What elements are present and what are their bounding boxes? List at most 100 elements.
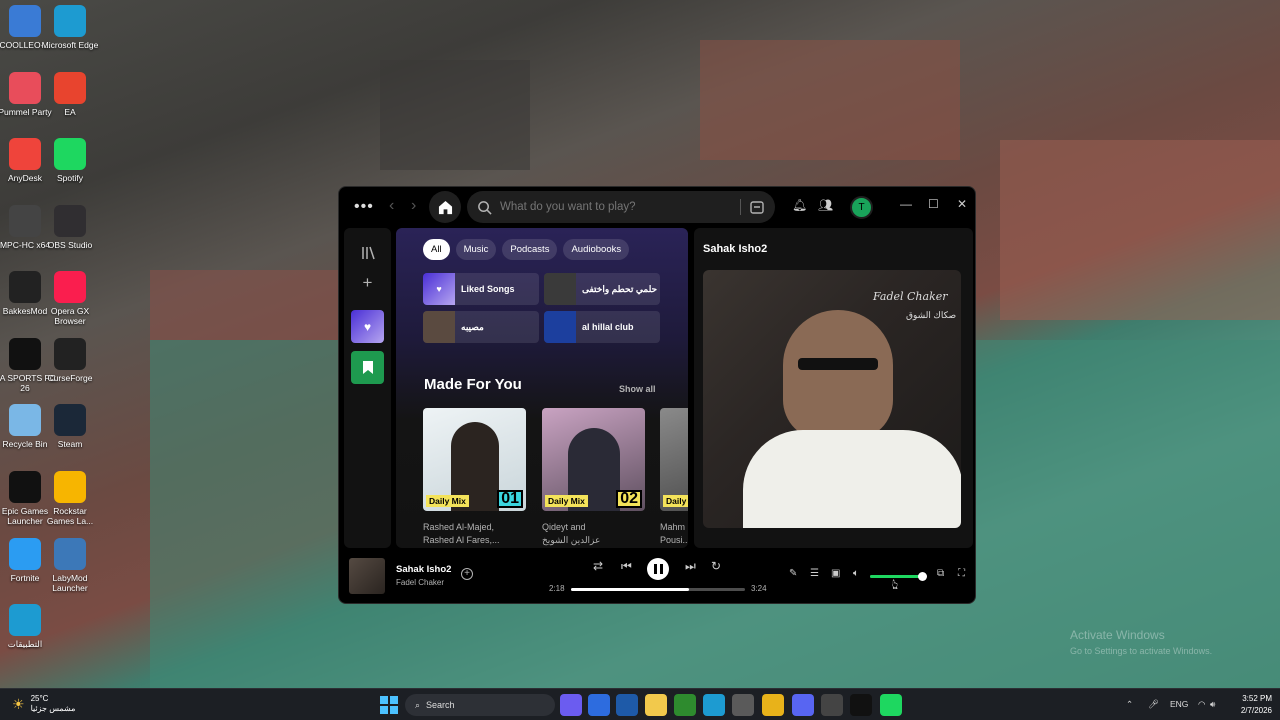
now-playing-title[interactable]: Sahak Isho2	[396, 564, 451, 575]
quick-item-label: حلمي تحطم واختفى	[582, 283, 658, 294]
quick-item-liked-songs[interactable]: ♥ Liked Songs	[423, 273, 539, 305]
close-icon[interactable]: ✕	[957, 197, 967, 211]
connect-device-icon[interactable]: ▣	[831, 568, 840, 579]
desktop-shortcut[interactable]: Opera GX Browser	[39, 271, 101, 326]
epic-games-icon[interactable]	[850, 694, 872, 716]
app-icon[interactable]	[732, 694, 754, 716]
copilot-icon[interactable]	[560, 694, 582, 716]
microphone-icon[interactable]: 🎤︎	[1148, 699, 1159, 710]
obs-icon	[54, 205, 86, 237]
your-episodes-tile[interactable]	[351, 351, 384, 384]
back-arrow-icon[interactable]: ‹	[389, 197, 394, 215]
desktop-shortcut[interactable]: EA	[39, 72, 101, 117]
edge-icon[interactable]	[703, 694, 725, 716]
next-icon[interactable]: ⏭︎	[685, 559, 696, 574]
mix-description: Rashed Al-Majed, Rashed Al Fares,...	[423, 522, 500, 545]
progress-fill	[571, 588, 690, 591]
spotify-icon[interactable]	[880, 694, 902, 716]
edge-icon	[9, 604, 41, 636]
miniplayer-icon[interactable]: ⧉	[937, 568, 944, 579]
now-playing-artist[interactable]: Fadel Chaker	[396, 578, 444, 587]
queue-icon[interactable]: ☰	[810, 568, 819, 579]
desktop-shortcut[interactable]: OBS Studio	[39, 205, 101, 250]
taskbar-search[interactable]: ⌕ Search	[405, 694, 555, 716]
minimize-icon[interactable]: —	[900, 197, 912, 211]
speaker-icon[interactable]: 🔊︎	[1210, 699, 1215, 710]
windows-start-icon[interactable]	[380, 696, 398, 714]
menu-icon[interactable]: •••	[354, 198, 374, 216]
quick-item-playlist[interactable]: مصيبه	[423, 311, 539, 343]
friends-icon[interactable]: 👥︎	[818, 198, 833, 212]
xbox-icon[interactable]	[674, 694, 696, 716]
fullscreen-icon[interactable]: ⛶	[958, 568, 965, 579]
security-icon[interactable]	[616, 694, 638, 716]
library-icon	[361, 246, 375, 259]
show-all-link[interactable]: Show all	[619, 384, 656, 394]
chip-podcasts[interactable]: Podcasts	[502, 239, 558, 260]
browse-icon[interactable]	[749, 199, 765, 215]
store-icon[interactable]	[588, 694, 610, 716]
mix-card[interactable]: Daily Mix 01 Rashed Al-Majed, Rashed Al F…	[423, 408, 526, 547]
weather-widget[interactable]: ☀ 25°C مشمس جزئيا	[12, 694, 75, 714]
quick-item-playlist[interactable]: al hillal club	[544, 311, 660, 343]
create-playlist-icon[interactable]: +	[351, 266, 384, 299]
weather-condition: مشمس جزئيا	[30, 704, 76, 713]
mix-tag: Daily	[663, 495, 688, 507]
chevron-up-icon[interactable]: ⌃	[1126, 699, 1133, 710]
previous-icon[interactable]: ⏮︎	[621, 559, 632, 574]
chrome-icon[interactable]	[762, 694, 784, 716]
epic-icon	[9, 471, 41, 503]
liked-songs-tile[interactable]: ♥	[351, 310, 384, 343]
wallpaper-block	[150, 270, 340, 340]
chip-all[interactable]: All	[423, 239, 450, 260]
now-playing-view-icon[interactable]: ✎	[789, 568, 797, 579]
bookmark-icon	[362, 361, 373, 374]
chip-music[interactable]: Music	[455, 239, 497, 260]
forward-arrow-icon[interactable]: ›	[411, 197, 416, 215]
desktop-shortcut[interactable]: Rockstar Games La...	[39, 471, 101, 526]
desktop-shortcut[interactable]: CurseForge	[39, 338, 101, 383]
file-explorer-icon[interactable]	[645, 694, 667, 716]
recycle-bin-icon	[9, 404, 41, 436]
clock[interactable]: 3:52 PM 2/7/2026	[1228, 693, 1272, 717]
desktop-shortcut[interactable]: Spotify	[39, 138, 101, 183]
home-button[interactable]	[429, 191, 461, 223]
avatar[interactable]: T	[850, 196, 873, 219]
taskbar-search-label: Search	[426, 700, 455, 710]
now-playing-cover[interactable]	[349, 558, 385, 594]
progress-bar[interactable]	[571, 588, 745, 591]
maximize-icon[interactable]: ☐	[928, 197, 939, 211]
mix-card[interactable]: Daily Mahm Pousi...	[660, 408, 688, 547]
volume-icon[interactable]: 🔈︎	[853, 568, 859, 579]
settings-icon[interactable]	[821, 694, 843, 716]
mix-tag: Daily Mix	[426, 495, 469, 507]
bell-icon[interactable]: 🔔︎	[792, 198, 807, 212]
quick-item-playlist[interactable]: حلمي تحطم واختفى	[544, 273, 660, 305]
desktop-shortcut-label: OBS Studio	[47, 240, 93, 250]
pause-icon	[653, 564, 663, 574]
search-input[interactable]	[500, 201, 730, 213]
weather-icon: ☀	[12, 696, 25, 712]
library-button[interactable]	[351, 236, 384, 269]
desktop-shortcut[interactable]: LabyMod Launcher	[39, 538, 101, 593]
desktop-shortcut[interactable]: التطبيقات	[0, 604, 56, 649]
shuffle-icon[interactable]: ⇄	[593, 559, 603, 573]
desktop-shortcut[interactable]: Microsoft Edge	[39, 5, 101, 50]
repeat-icon[interactable]: ↻	[711, 559, 721, 573]
desktop-shortcut[interactable]: Steam	[39, 404, 101, 449]
pause-button[interactable]	[647, 558, 669, 580]
section-title: Made For You	[424, 376, 522, 393]
album-art: Fadel Chaker صكاك الشوق	[703, 270, 961, 528]
chip-audiobooks[interactable]: Audiobooks	[563, 239, 630, 260]
game-icon	[9, 5, 41, 37]
add-to-library-icon[interactable]: +	[461, 568, 473, 580]
volume-knob[interactable]	[917, 572, 927, 581]
wallpaper-block	[700, 40, 960, 160]
wifi-icon[interactable]: ◠	[1198, 699, 1205, 710]
mix-description: Qideyt and عزالدين الشويخ	[542, 522, 601, 545]
discord-icon[interactable]	[792, 694, 814, 716]
search-bar[interactable]	[467, 191, 775, 223]
now-playing-panel: Sahak Isho2 Fadel Chaker صكاك الشوق	[694, 228, 973, 548]
language-indicator[interactable]: ENG	[1170, 699, 1188, 709]
mix-card[interactable]: Daily Mix 02 Qideyt and عزالدين الشويخ	[542, 408, 645, 547]
